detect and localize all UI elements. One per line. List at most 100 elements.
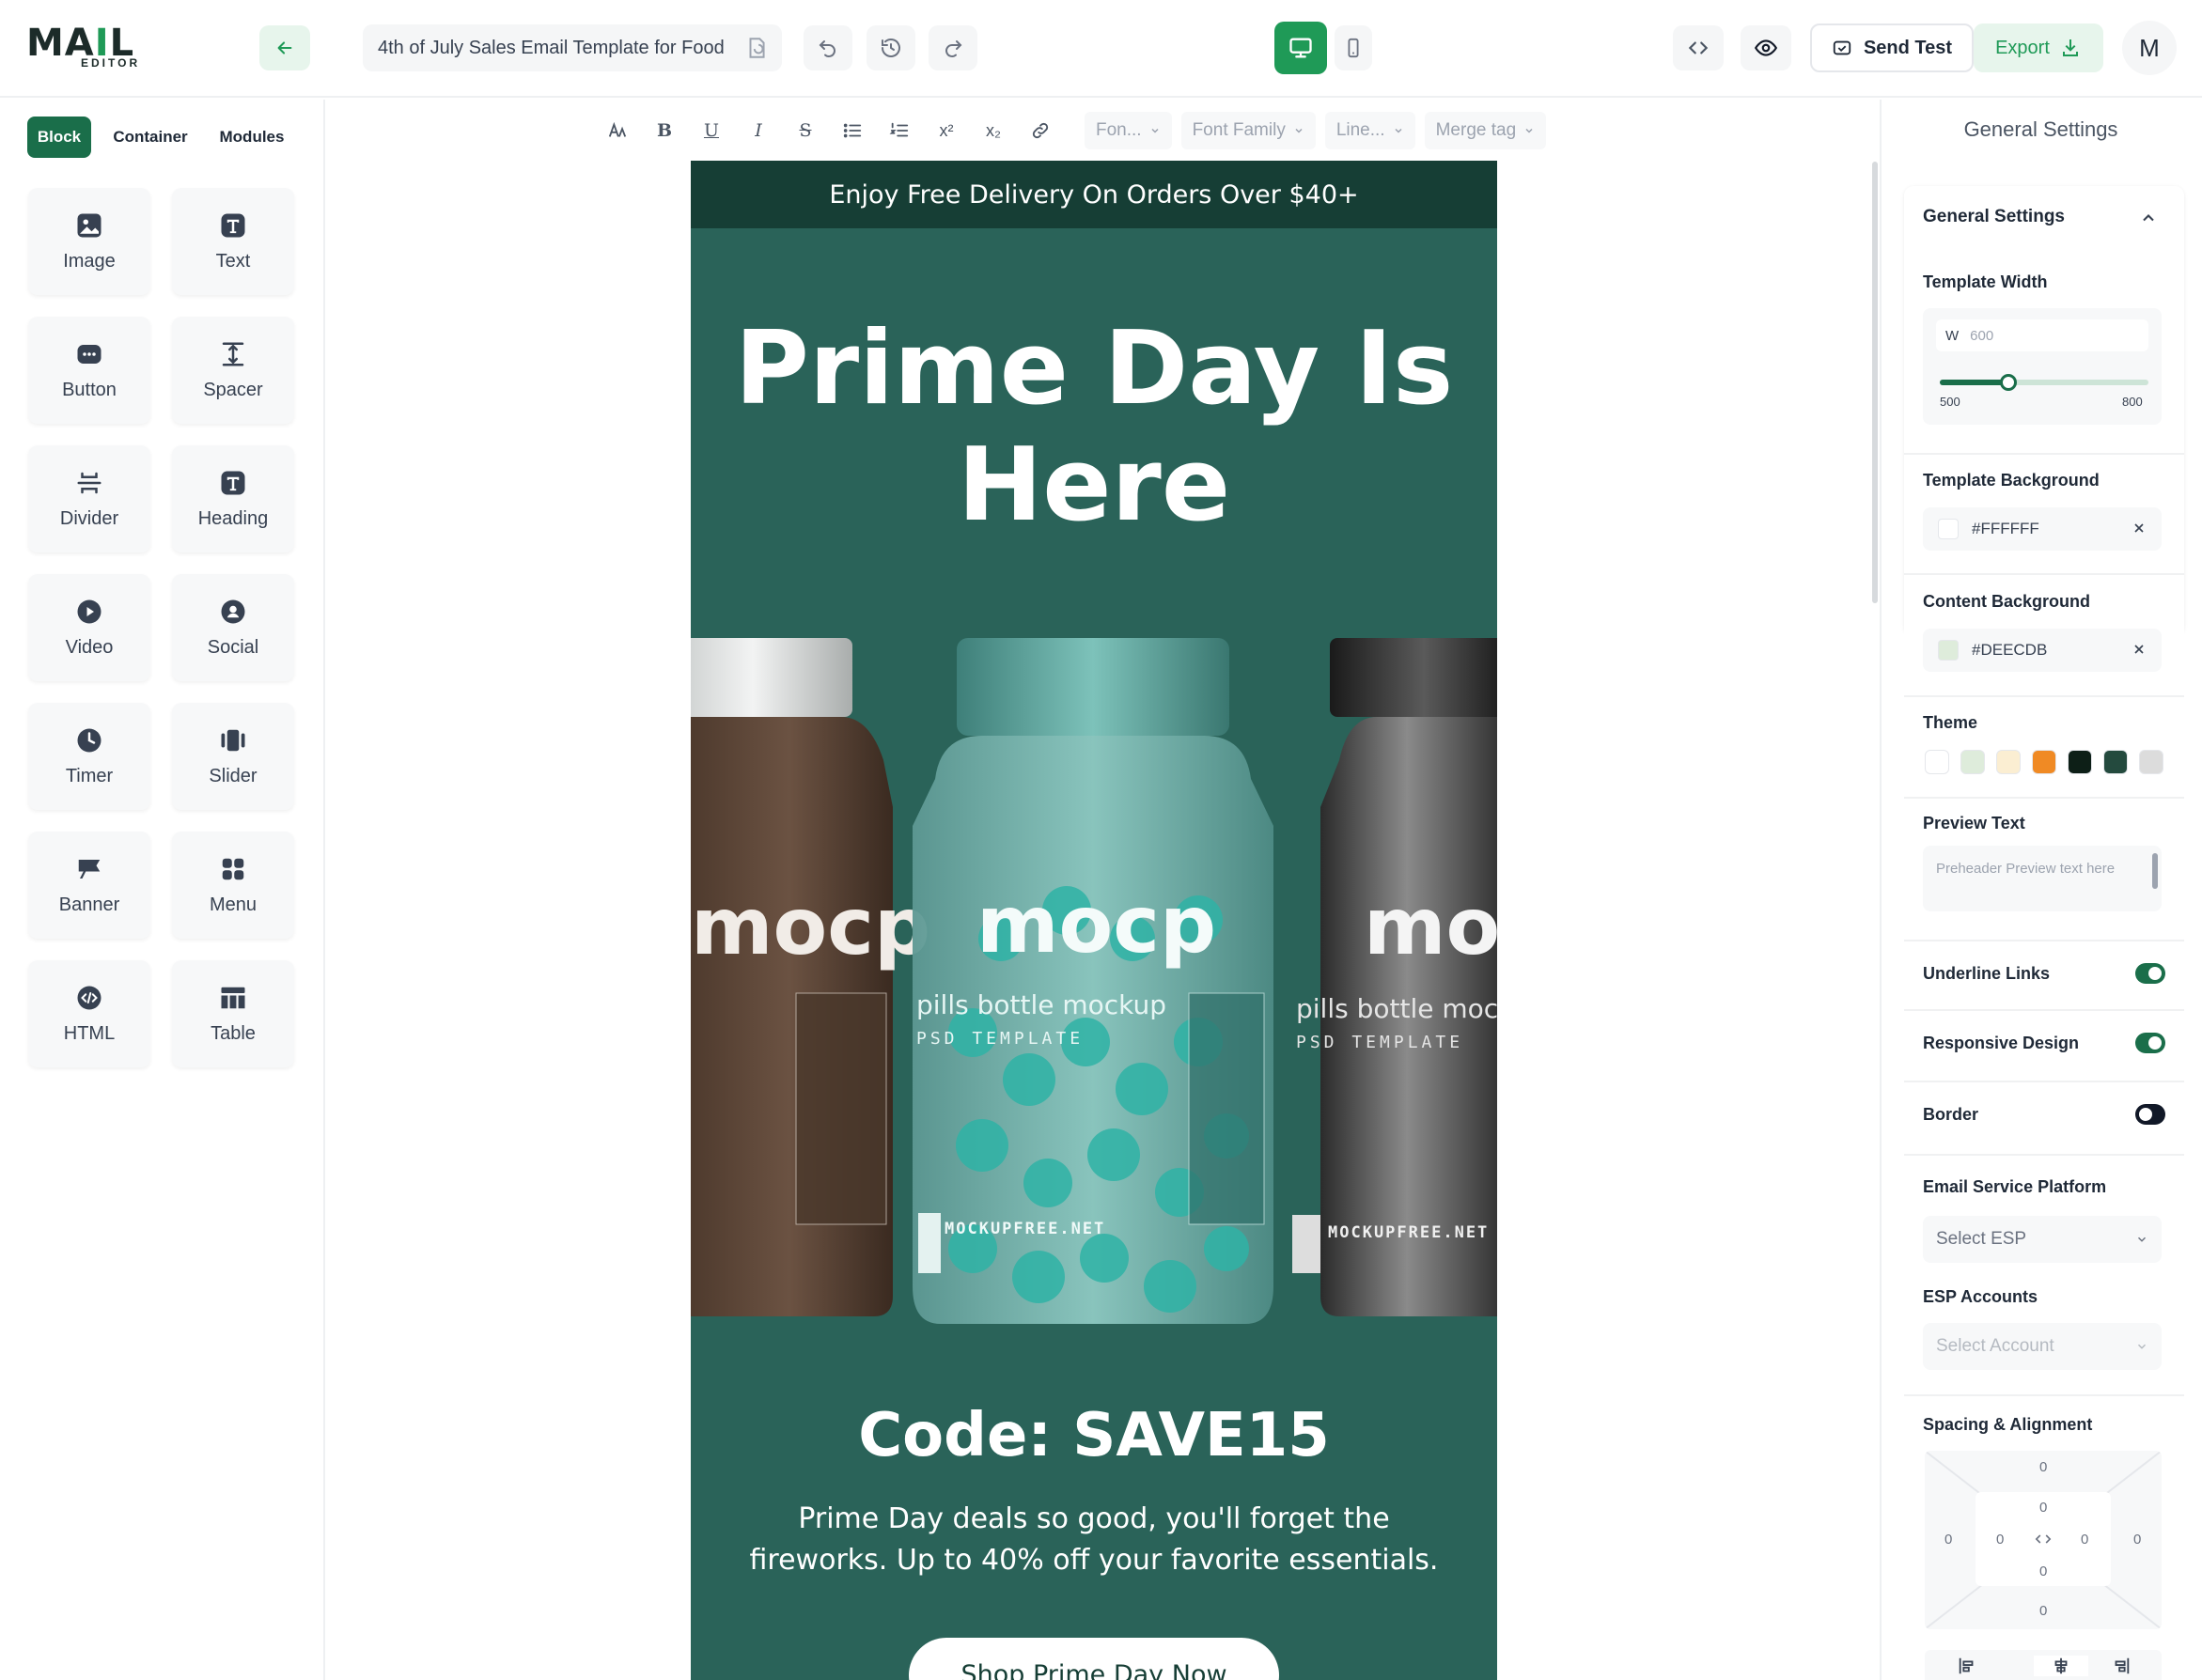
strikethrough-button[interactable]: S xyxy=(782,107,829,154)
content-background-field[interactable]: #DEECDB xyxy=(1923,629,2162,672)
block-html[interactable]: HTML xyxy=(28,960,150,1067)
general-settings-header[interactable]: General Settings xyxy=(1923,207,2065,227)
superscript-button[interactable]: x² xyxy=(923,107,970,154)
preview-button[interactable] xyxy=(1741,25,1791,70)
block-banner[interactable]: Banner xyxy=(28,832,150,939)
back-button[interactable] xyxy=(259,25,310,70)
numbered-list-button[interactable] xyxy=(876,107,923,154)
desktop-view-button[interactable] xyxy=(1274,22,1327,74)
spacing-outer-top[interactable]: 0 xyxy=(2039,1459,2047,1475)
text-icon xyxy=(219,211,247,240)
export-button[interactable]: Export xyxy=(1974,23,2103,72)
email-canvas[interactable]: Enjoy Free Delivery On Orders Over $40+ … xyxy=(691,161,1497,1680)
theme-swatch-black[interactable] xyxy=(2068,750,2092,774)
font-size-select[interactable]: Fon... xyxy=(1085,112,1172,149)
block-heading[interactable]: Heading xyxy=(172,445,294,552)
redo-button[interactable] xyxy=(929,25,977,70)
email-headline[interactable]: Prime Day Is Here xyxy=(691,311,1497,544)
block-slider[interactable]: Slider xyxy=(172,703,294,810)
spacing-inner-top[interactable]: 0 xyxy=(2039,1500,2047,1516)
font-family-placeholder: Font Family xyxy=(1192,120,1286,140)
template-title-field[interactable]: 4th of July Sales Email Template for Foo… xyxy=(363,24,782,71)
block-video[interactable]: Video xyxy=(28,574,150,681)
font-family-select[interactable]: Font Family xyxy=(1180,112,1316,149)
block-image[interactable]: Image xyxy=(28,188,150,295)
email-top-banner[interactable]: Enjoy Free Delivery On Orders Over $40+ xyxy=(691,161,1497,228)
spacing-outer-bottom[interactable]: 0 xyxy=(2039,1603,2047,1619)
shop-now-button[interactable]: Shop Prime Day Now xyxy=(909,1638,1279,1680)
undo-button[interactable] xyxy=(804,25,852,70)
hero-image[interactable]: mocp mocp pills bottle mockup PSD TEMPLA… xyxy=(691,638,1497,1493)
underline-links-toggle[interactable] xyxy=(2135,963,2165,984)
theme-swatch-mint[interactable] xyxy=(1960,750,1985,774)
block-button[interactable]: Button xyxy=(28,317,150,424)
tab-container[interactable]: Container xyxy=(105,117,195,158)
mobile-view-button[interactable] xyxy=(1335,25,1372,70)
bulleted-list-button[interactable] xyxy=(829,107,876,154)
undo-icon xyxy=(817,37,839,59)
width-slider-track[interactable] xyxy=(1940,374,2148,391)
promo-code[interactable]: Code: SAVE15 xyxy=(691,1401,1497,1470)
spacing-inner-right[interactable]: 0 xyxy=(2081,1532,2088,1548)
email-body-copy[interactable]: Prime Day deals so good, you'll forget t… xyxy=(747,1499,1441,1581)
send-test-button[interactable]: Send Test xyxy=(1810,23,1974,72)
block-text[interactable]: Text xyxy=(172,188,294,295)
italic-button[interactable]: I xyxy=(735,107,782,154)
line-height-select[interactable]: Line... xyxy=(1324,112,1415,149)
responsive-design-toggle[interactable] xyxy=(2135,1033,2165,1053)
block-spacer[interactable]: Spacer xyxy=(172,317,294,424)
spacing-inner-bottom[interactable]: 0 xyxy=(2039,1563,2047,1579)
heading-icon xyxy=(219,469,247,497)
theme-swatch-green[interactable] xyxy=(2103,750,2128,774)
esp-accounts-select[interactable]: Select Account xyxy=(1923,1323,2162,1370)
underline-button[interactable]: U xyxy=(688,107,735,154)
bold-button[interactable]: B xyxy=(641,107,688,154)
esp-select[interactable]: Select ESP xyxy=(1923,1216,2162,1263)
tab-block[interactable]: Block xyxy=(27,117,91,158)
block-social[interactable]: Social xyxy=(172,574,294,681)
top-bar: MAIL EDITOR 4th of July Sales Email Temp… xyxy=(0,0,2202,98)
canvas-scrollbar[interactable] xyxy=(1872,162,1878,603)
link-button[interactable] xyxy=(1017,107,1064,154)
content-background-swatch[interactable] xyxy=(1938,640,1959,661)
theme-swatch-orange[interactable] xyxy=(2032,750,2056,774)
width-slider-thumb[interactable] xyxy=(2000,374,2018,391)
app-logo[interactable]: MAIL EDITOR xyxy=(26,24,147,70)
align-center-icon[interactable] xyxy=(2034,1656,2088,1676)
align-left-icon[interactable] xyxy=(1957,1656,1977,1676)
code-view-button[interactable] xyxy=(1673,25,1724,70)
preview-text-input[interactable]: Preheader Preview text here xyxy=(1923,846,2162,911)
link-spacing-icon[interactable] xyxy=(2034,1532,2053,1547)
spacing-inner-left[interactable]: 0 xyxy=(1996,1532,2004,1548)
theme-swatch-cream[interactable] xyxy=(1996,750,2021,774)
block-label: Button xyxy=(62,379,117,400)
theme-swatch-gray[interactable] xyxy=(2139,750,2163,774)
history-button[interactable] xyxy=(867,25,915,70)
template-background-field[interactable]: #FFFFFF xyxy=(1923,507,2162,551)
merge-tag-select[interactable]: Merge tag xyxy=(1424,112,1547,149)
tab-modules[interactable]: Modules xyxy=(211,117,293,158)
user-avatar[interactable]: M xyxy=(2122,21,2177,75)
border-toggle[interactable] xyxy=(2135,1104,2165,1125)
subscript-button[interactable]: x₂ xyxy=(970,107,1017,154)
spacing-outer-right[interactable]: 0 xyxy=(2133,1532,2141,1548)
width-input[interactable]: W 600 xyxy=(1936,319,2148,351)
block-menu[interactable]: Menu xyxy=(172,832,294,939)
format-toolbar: B U I S x² x₂ Fon... Font Family Line...… xyxy=(594,107,1618,154)
block-divider[interactable]: Divider xyxy=(28,445,150,552)
block-timer[interactable]: Timer xyxy=(28,703,150,810)
send-test-label: Send Test xyxy=(1863,37,1953,58)
text-style-button[interactable] xyxy=(594,107,641,154)
esp-accounts-label: ESP Accounts xyxy=(1923,1287,2038,1306)
theme-swatch-white[interactable] xyxy=(1925,750,1949,774)
clear-icon[interactable] xyxy=(2132,521,2147,536)
chevron-up-icon[interactable] xyxy=(2139,209,2158,227)
align-right-icon[interactable] xyxy=(2111,1656,2132,1676)
spacing-outer-left[interactable]: 0 xyxy=(1944,1532,1952,1548)
template-background-swatch[interactable] xyxy=(1938,519,1959,539)
chevron-down-icon xyxy=(1523,125,1535,136)
subscript-icon: x₂ xyxy=(986,120,1001,140)
clear-icon[interactable] xyxy=(2132,642,2147,657)
preview-text-scrollbar[interactable] xyxy=(2152,853,2158,889)
block-table[interactable]: Table xyxy=(172,960,294,1067)
